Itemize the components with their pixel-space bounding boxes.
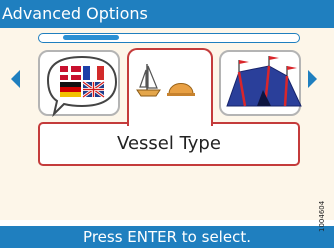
scrollbar-thumb[interactable]	[63, 35, 119, 40]
left-arrow-icon[interactable]	[11, 70, 20, 88]
document-id: 1004604	[318, 200, 326, 232]
carousel-scrollbar[interactable]	[38, 33, 300, 43]
circus-tent-icon	[226, 56, 302, 107]
right-arrow-icon[interactable]	[308, 70, 317, 88]
carousel-item-event[interactable]	[219, 50, 302, 116]
screen-title: Advanced Options	[2, 4, 148, 23]
carousel-item-languages[interactable]	[38, 50, 120, 118]
language-flags-icon	[46, 55, 118, 118]
footer-hint-bar: Press ENTER to select.	[0, 226, 334, 248]
title-bar: Advanced Options	[0, 0, 334, 28]
selected-option-label: Vessel Type	[38, 122, 300, 166]
carousel-item-vessel-type[interactable]	[127, 48, 213, 126]
footer-hint-text: Press ENTER to select.	[83, 228, 251, 246]
vessel-type-icon	[136, 64, 195, 97]
